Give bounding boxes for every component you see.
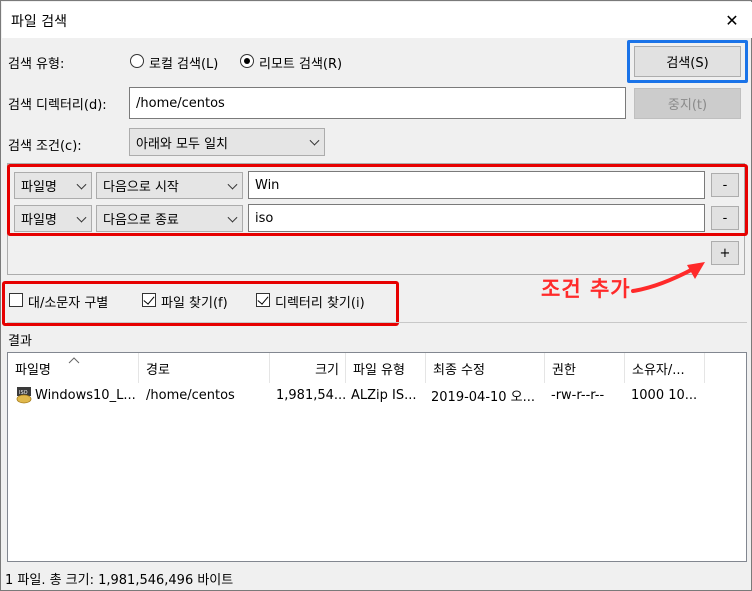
column-header-label: 소유자/... xyxy=(632,362,685,378)
options-highlight xyxy=(2,281,399,326)
file-search-dialog: 파일 검색 ✕ 검색 유형: 로컬 검색(L) 리모트 검색(R) 검색(S) … xyxy=(0,0,752,591)
search-cond-value: 아래와 모두 일치 xyxy=(136,136,228,152)
column-header-owner[interactable]: 소유자/... xyxy=(625,353,705,383)
status-bar: 1 파일. 총 크기: 1,981,546,496 바이트 xyxy=(5,573,234,588)
cell-owner: 1000 10... xyxy=(631,387,698,403)
chevron-down-icon xyxy=(309,135,320,146)
cell-type: ALZip IS... xyxy=(351,387,417,403)
search-button[interactable]: 검색(S) xyxy=(634,46,741,77)
column-header-label: 최종 수정 xyxy=(433,362,485,378)
add-condition-button[interactable]: + xyxy=(711,241,739,265)
radio-local-label[interactable]: 로컬 검색(L) xyxy=(149,53,218,72)
radio-local[interactable] xyxy=(130,54,144,68)
results-label: 결과 xyxy=(8,334,32,349)
radio-remote-label[interactable]: 리모트 검색(R) xyxy=(259,53,342,72)
annotation-arrow-icon xyxy=(631,262,705,293)
column-header-filename[interactable]: 파일명 xyxy=(8,353,139,383)
cell-permissions: -rw-r--r-- xyxy=(551,387,605,403)
column-header-label: 파일명 xyxy=(15,362,51,378)
column-header-label: 파일 유형 xyxy=(353,362,405,378)
search-cond-select[interactable]: 아래와 모두 일치 xyxy=(129,128,325,156)
column-header-permissions[interactable]: 권한 xyxy=(545,353,625,383)
radio-remote[interactable] xyxy=(240,54,254,68)
search-type-label: 검색 유형: xyxy=(8,57,65,72)
sort-asc-icon xyxy=(68,357,80,364)
column-header-type[interactable]: 파일 유형 xyxy=(346,353,426,383)
divider xyxy=(7,322,747,323)
cell-size: 1,981,54... xyxy=(276,387,346,403)
conditions-highlight xyxy=(7,164,748,236)
search-cond-label: 검색 조건(c): xyxy=(8,139,82,154)
column-header-modified[interactable]: 최종 수정 xyxy=(426,353,545,383)
column-header-label: 경로 xyxy=(146,362,170,378)
dialog-title: 파일 검색 xyxy=(11,14,67,30)
search-dir-input[interactable]: /home/centos xyxy=(129,87,626,119)
iso-file-icon: ISO xyxy=(16,387,32,404)
column-header-path[interactable]: 경로 xyxy=(139,353,270,383)
title-bar: 파일 검색 ✕ xyxy=(2,2,752,38)
results-list[interactable]: 파일명 경로 크기 파일 유형 최종 수정 권한 소유자/... ISO Win… xyxy=(7,352,747,562)
stop-button[interactable]: 중지(t) xyxy=(634,88,741,119)
search-dir-label: 검색 디렉터리(d): xyxy=(8,98,107,113)
cell-path: /home/centos xyxy=(146,387,235,403)
close-icon[interactable]: ✕ xyxy=(719,8,745,32)
column-header-label: 권한 xyxy=(552,362,576,378)
column-header-label: 크기 xyxy=(315,362,339,378)
cell-filename: Windows10_L... xyxy=(35,387,136,403)
cell-modified: 2019-04-10 오... xyxy=(431,389,536,405)
annotation-text: 조건 추가 xyxy=(541,277,631,301)
column-header-size[interactable]: 크기 xyxy=(270,353,346,383)
